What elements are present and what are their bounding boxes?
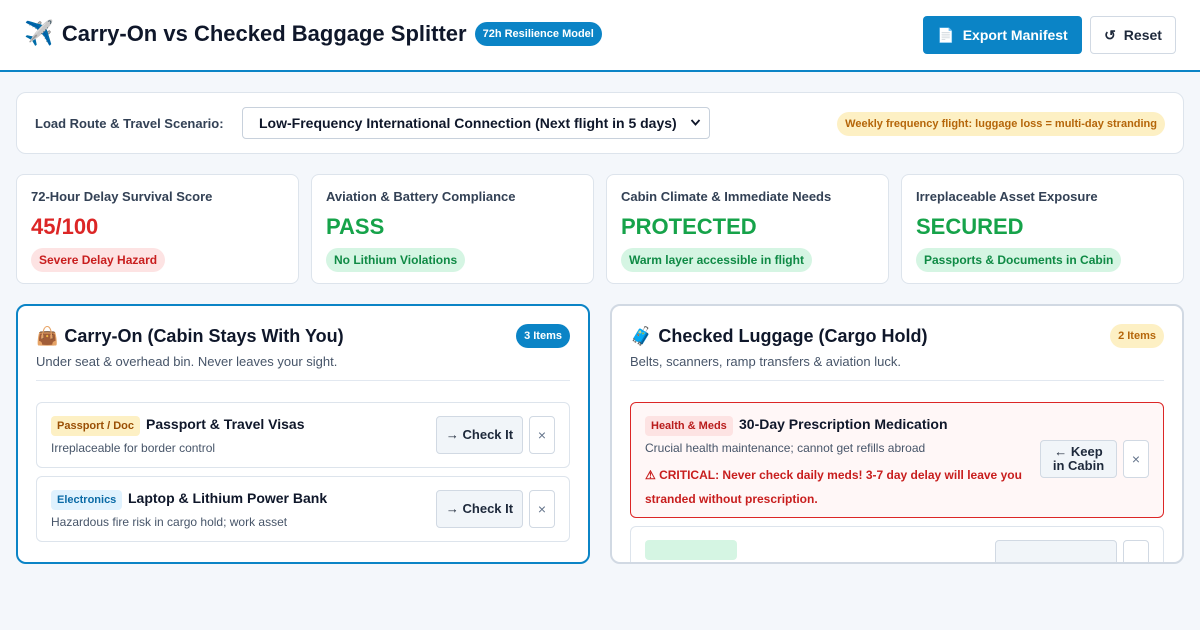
remove-item-button[interactable]: × xyxy=(529,490,555,528)
stat-card-compliance: Aviation & Battery Compliance PASS No Li… xyxy=(311,174,594,284)
check-it-button[interactable]: → Check It xyxy=(436,490,523,528)
stat-value: PASS xyxy=(326,214,385,239)
divider xyxy=(630,380,1164,381)
divider xyxy=(36,380,570,381)
scenario-label: Load Route & Travel Scenario: xyxy=(35,116,224,131)
checked-subtitle: Belts, scanners, ramp transfers & aviati… xyxy=(630,354,901,369)
carry-on-count-badge: 3 Items xyxy=(516,324,570,348)
stat-title: Cabin Climate & Immediate Needs xyxy=(621,189,832,204)
carry-on-title: 👜 Carry-On (Cabin Stays With You) xyxy=(36,326,344,347)
stat-card-survival: 72-Hour Delay Survival Score 45/100 Seve… xyxy=(16,174,299,284)
item-name: 30-Day Prescription Medication xyxy=(739,416,948,432)
title-group: ✈️ Carry-On vs Checked Baggage Splitter … xyxy=(24,20,602,48)
document-icon: 📄 xyxy=(937,26,955,43)
item-desc: Irreplaceable for border control xyxy=(51,441,216,455)
list-item: Electronics Laptop & Lithium Power Bank … xyxy=(36,476,570,542)
chevron-down-icon xyxy=(690,108,701,150)
checked-panel: 🧳 Checked Luggage (Cargo Hold) Belts, sc… xyxy=(610,304,1184,564)
stat-value: SECURED xyxy=(916,214,1024,239)
list-item xyxy=(630,526,1164,562)
model-badge: 72h Resilience Model xyxy=(474,22,602,46)
carry-on-title-text: Carry-On (Cabin Stays With You) xyxy=(64,326,344,346)
app-header: ✈️ Carry-On vs Checked Baggage Splitter … xyxy=(0,0,1200,72)
scenario-select[interactable]: Low-Frequency International Connection (… xyxy=(242,107,710,139)
reset-button[interactable]: ↺ Reset xyxy=(1090,16,1176,54)
keep-in-cabin-button[interactable]: ← Keep in Cabin xyxy=(1040,440,1117,478)
check-it-button[interactable]: → Check It xyxy=(436,416,523,454)
item-name: Laptop & Lithium Power Bank xyxy=(128,490,328,506)
item-move-button[interactable] xyxy=(995,540,1117,562)
stat-title: 72-Hour Delay Survival Score xyxy=(31,189,213,204)
carry-on-panel: 👜 Carry-On (Cabin Stays With You) Under … xyxy=(16,304,590,564)
item-desc: Crucial health maintenance; cannot get r… xyxy=(645,441,926,455)
item-tag: Electronics xyxy=(51,490,123,510)
stat-badge: No Lithium Violations xyxy=(326,248,466,272)
page-title: Carry-On vs Checked Baggage Splitter xyxy=(61,21,467,46)
stat-badge: Severe Delay Hazard xyxy=(31,248,166,272)
critical-warning: ⚠ CRITICAL: Never check daily meds! 3-7 … xyxy=(645,468,1022,506)
stat-title: Irreplaceable Asset Exposure xyxy=(916,189,1098,204)
stat-badge: Warm layer accessible in flight xyxy=(621,248,812,272)
scenario-selected-value: Low-Frequency International Connection (… xyxy=(259,115,677,131)
airplane-icon: ✈️ xyxy=(24,20,54,47)
handbag-icon: 👜 xyxy=(36,326,59,346)
reset-icon: ↺ xyxy=(1104,26,1116,43)
checked-count-badge: 2 Items xyxy=(1110,324,1164,348)
remove-item-button[interactable] xyxy=(1123,540,1149,562)
stat-badge: Passports & Documents in Cabin xyxy=(916,248,1122,272)
remove-item-button[interactable]: × xyxy=(529,416,555,454)
stat-title: Aviation & Battery Compliance xyxy=(326,189,516,204)
reset-label: Reset xyxy=(1123,27,1162,43)
item-tag xyxy=(645,540,737,560)
checked-title-text: Checked Luggage (Cargo Hold) xyxy=(658,326,928,346)
item-tag: Health & Meds xyxy=(645,416,733,436)
export-manifest-button[interactable]: 📄 Export Manifest xyxy=(923,16,1082,54)
remove-item-button[interactable]: × xyxy=(1123,440,1149,478)
item-tag: Passport / Doc xyxy=(51,416,141,436)
stat-card-climate: Cabin Climate & Immediate Needs PROTECTE… xyxy=(606,174,889,284)
keep-label-line1: ← Keep xyxy=(1054,444,1103,459)
export-label: Export Manifest xyxy=(962,27,1068,43)
list-item: Passport / Doc Passport & Travel Visas I… xyxy=(36,402,570,468)
scenario-bar: Load Route & Travel Scenario: Low-Freque… xyxy=(16,92,1184,154)
keep-label-line2: in Cabin xyxy=(1052,458,1105,473)
list-item-critical: Health & Meds 30-Day Prescription Medica… xyxy=(630,402,1164,518)
stat-value: 45/100 xyxy=(31,214,99,239)
item-desc: Hazardous fire risk in cargo hold; work … xyxy=(51,515,288,529)
stat-value: PROTECTED xyxy=(621,214,757,239)
item-name: Passport & Travel Visas xyxy=(146,416,305,432)
luggage-icon: 🧳 xyxy=(630,326,653,346)
carry-on-subtitle: Under seat & overhead bin. Never leaves … xyxy=(36,354,338,369)
checked-title: 🧳 Checked Luggage (Cargo Hold) xyxy=(630,326,927,347)
stat-card-assets: Irreplaceable Asset Exposure SECURED Pas… xyxy=(901,174,1184,284)
scenario-warning-badge: Weekly frequency flight: luggage loss = … xyxy=(837,112,1165,136)
